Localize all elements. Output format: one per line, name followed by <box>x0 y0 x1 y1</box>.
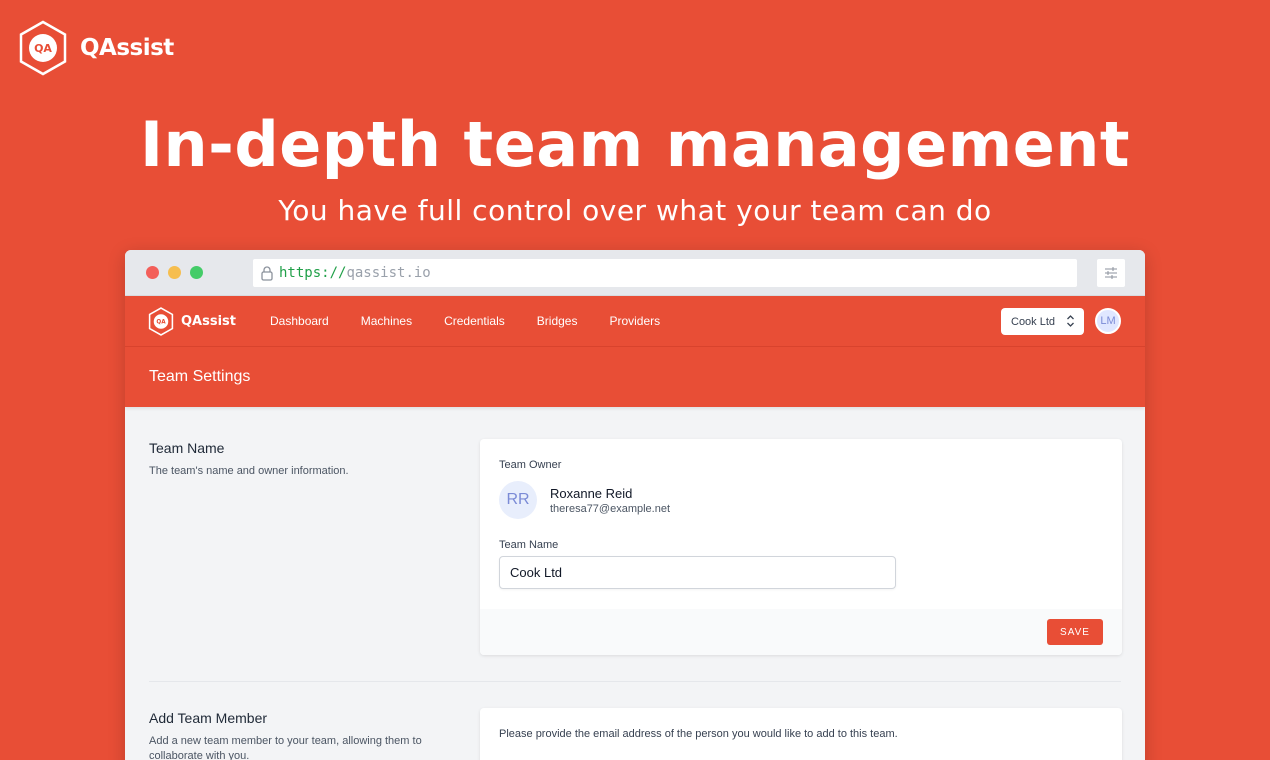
owner-row: RR Roxanne Reid theresa77@example.net <box>499 481 1103 519</box>
close-window-button[interactable] <box>146 266 159 279</box>
nav-link-credentials[interactable]: Credentials <box>444 314 505 328</box>
owner-name: Roxanne Reid <box>550 485 633 501</box>
card-footer: SAVE <box>480 609 1122 655</box>
maximize-window-button[interactable] <box>190 266 203 279</box>
qassist-logo-icon: QA <box>148 306 174 336</box>
browser-window: https:// qassist.io QA QAssist Dashboard <box>125 250 1145 760</box>
browser-settings-button[interactable] <box>1097 259 1125 287</box>
nav-link-machines[interactable]: Machines <box>361 314 412 328</box>
app-nav: QA QAssist Dashboard Machines Credential… <box>125 296 1145 347</box>
user-avatar[interactable]: LM <box>1095 308 1121 334</box>
team-name-label: Team Name <box>499 539 559 551</box>
section-divider <box>149 681 1121 682</box>
address-bar[interactable]: https:// qassist.io <box>253 259 1077 287</box>
add-member-instructions: Please provide the email address of the … <box>499 728 898 740</box>
hero-subtitle: You have full control over what your tea… <box>278 194 992 227</box>
owner-email: theresa77@example.net <box>550 502 671 515</box>
team-name-info: Team Name The team's name and owner info… <box>149 440 449 479</box>
logo-text: QA <box>34 42 52 55</box>
nav-brand[interactable]: QA QAssist <box>148 306 236 336</box>
page-header: Team Settings <box>125 347 1145 407</box>
section-description: The team's name and owner information. <box>149 465 349 477</box>
owner-avatar: RR <box>499 481 537 519</box>
section-title: Add Team Member <box>149 710 268 726</box>
hero-title: In-depth team management <box>139 108 1131 181</box>
browser-chrome: https:// qassist.io <box>125 250 1145 296</box>
brand-name: QAssist <box>80 35 174 61</box>
add-member-info: Add Team Member Add a new team member to… <box>149 710 449 760</box>
nav-brand-name: QAssist <box>181 313 236 329</box>
team-name-card: Team Owner RR Roxanne Reid theresa77@exa… <box>480 439 1122 655</box>
nav-logo-text: QA <box>156 319 166 325</box>
qassist-logo-icon: QA <box>19 20 67 76</box>
lock-icon <box>261 266 273 281</box>
team-select[interactable]: Cook Ltd <box>1001 308 1084 335</box>
page-title: Team Settings <box>149 368 251 385</box>
url-scheme: https:// <box>279 265 347 281</box>
brand: QA QAssist <box>18 20 174 76</box>
nav-link-bridges[interactable]: Bridges <box>537 314 578 328</box>
url-host: qassist.io <box>346 265 431 281</box>
minimize-window-button[interactable] <box>168 266 181 279</box>
section-description: Add a new team member to your team, allo… <box>149 735 422 760</box>
nav-link-dashboard[interactable]: Dashboard <box>270 314 329 328</box>
section-title: Team Name <box>149 440 225 456</box>
chevron-up-down-icon <box>1067 315 1074 327</box>
add-member-card: Please provide the email address of the … <box>480 708 1122 760</box>
save-button[interactable]: SAVE <box>1047 619 1103 645</box>
team-owner-label: Team Owner <box>499 459 562 471</box>
team-name-input[interactable] <box>499 556 896 589</box>
sliders-icon <box>1105 267 1117 279</box>
team-select-value: Cook Ltd <box>1011 315 1056 328</box>
nav-link-providers[interactable]: Providers <box>609 314 660 328</box>
